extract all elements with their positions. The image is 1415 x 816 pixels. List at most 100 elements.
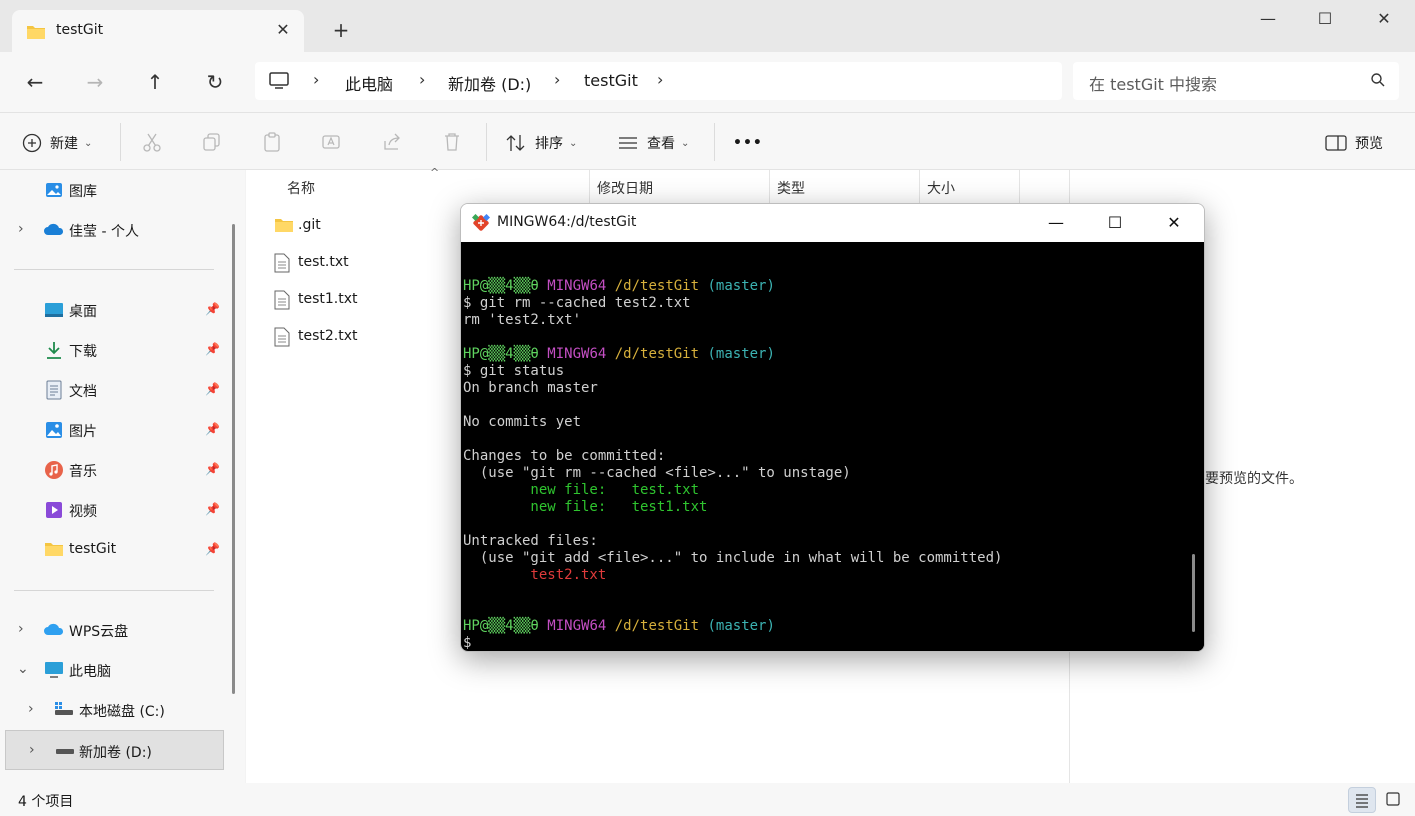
chevron-right-icon[interactable]: › <box>28 701 34 717</box>
refresh-button[interactable]: ↻ <box>200 68 230 96</box>
close-window-button[interactable]: ✕ <box>1364 6 1404 32</box>
sidebar-item-drive-d[interactable]: › 新加卷 (D:) <box>5 730 224 770</box>
tab-close-icon[interactable]: ✕ <box>272 19 294 41</box>
terminal-title: MINGW64:/d/testGit <box>497 214 637 230</box>
new-button[interactable]: 新建 ⌄ <box>22 131 92 155</box>
pin-icon[interactable]: 📌 <box>205 302 220 316</box>
sidebar-item-label: 此电脑 <box>69 664 111 680</box>
pin-icon[interactable]: 📌 <box>205 422 220 436</box>
pin-icon[interactable]: 📌 <box>205 542 220 556</box>
sidebar-item-videos[interactable]: 视频 📌 <box>0 490 230 530</box>
sidebar-item-music[interactable]: 音乐 📌 <box>0 450 230 490</box>
tiles-view-icon <box>1386 792 1400 806</box>
chevron-right-icon[interactable]: › <box>657 70 663 89</box>
output-line: (use "git add <file>..." to include in w… <box>463 550 1003 566</box>
column-divider[interactable] <box>1019 170 1020 204</box>
sort-label: 排序 <box>535 136 563 152</box>
terminal-close-button[interactable]: ✕ <box>1154 210 1194 236</box>
paste-icon[interactable] <box>261 131 285 155</box>
share-icon[interactable] <box>381 131 405 155</box>
command-line: $ git status <box>463 363 565 379</box>
git-icon <box>471 213 491 236</box>
terminal-title-bar[interactable]: MINGW64:/d/testGit — ☐ ✕ <box>461 204 1204 242</box>
sidebar-item-desktop[interactable]: 桌面 📌 <box>0 290 230 330</box>
prompt-path: /d/testGit <box>614 618 700 634</box>
breadcrumb-testgit[interactable]: testGit <box>584 71 638 90</box>
pin-icon[interactable]: 📌 <box>205 462 220 476</box>
address-bar[interactable]: › 此电脑 › 新加卷 (D:) › testGit › <box>255 62 1062 100</box>
sidebar-item-testgit[interactable]: testGit 📌 <box>0 530 230 570</box>
command-bar: 新建 ⌄ 排序 ⌄ 查看 ⌄ ••• 预览 <box>0 112 1415 170</box>
sort-button[interactable]: 排序 ⌄ <box>505 131 577 155</box>
chevron-right-icon[interactable]: › <box>554 70 560 89</box>
divider <box>120 123 121 161</box>
breadcrumb-this-pc[interactable]: 此电脑 <box>345 71 393 95</box>
output-line: Untracked files: <box>463 533 598 549</box>
sidebar-item-label: 视频 <box>69 504 97 520</box>
prompt-user: HP@▒▒4▒▒θ <box>463 618 539 634</box>
column-name[interactable]: 名称 <box>287 178 315 198</box>
new-tab-button[interactable]: + <box>328 18 354 42</box>
drive-icon <box>54 741 74 761</box>
cut-icon[interactable] <box>141 131 165 155</box>
view-button[interactable]: 查看 ⌄ <box>617 131 689 155</box>
up-button[interactable]: ↑ <box>140 68 170 96</box>
details-view-button[interactable] <box>1348 787 1376 813</box>
pin-icon[interactable]: 📌 <box>205 502 220 516</box>
sidebar-item-downloads[interactable]: 下载 📌 <box>0 330 230 370</box>
delete-icon[interactable] <box>441 131 465 155</box>
sidebar-item-drive-c[interactable]: › 本地磁盘 (C:) <box>0 690 230 730</box>
sidebar-item-label: 下载 <box>69 344 97 360</box>
terminal-maximize-button[interactable]: ☐ <box>1095 210 1135 236</box>
terminal-window[interactable]: MINGW64:/d/testGit — ☐ ✕ HP@▒▒4▒▒θ MINGW… <box>460 203 1205 652</box>
sidebar-item-gallery[interactable]: 图库 <box>0 170 230 210</box>
chevron-down-icon: ⌄ <box>84 137 93 149</box>
tiles-view-button[interactable] <box>1380 787 1408 813</box>
minimize-button[interactable]: — <box>1248 6 1288 32</box>
prompt-branch: (master) <box>707 278 775 294</box>
preview-pane-button[interactable]: 预览 <box>1325 131 1383 155</box>
search-placeholder: 在 testGit 中搜索 <box>1089 75 1218 94</box>
column-type[interactable]: 类型 <box>777 178 805 198</box>
computer-icon <box>269 72 289 94</box>
terminal-scrollbar-thumb[interactable] <box>1192 554 1195 632</box>
rename-icon[interactable] <box>321 131 345 155</box>
chevron-right-icon[interactable]: › <box>313 70 319 89</box>
breadcrumb-drive-d[interactable]: 新加卷 (D:) <box>448 71 531 95</box>
sidebar-item-onedrive[interactable]: › 佳莹 - 个人 <box>0 210 230 250</box>
sidebar-item-label: 本地磁盘 (C:) <box>79 704 165 720</box>
pin-icon[interactable]: 📌 <box>205 382 220 396</box>
tab-testgit[interactable]: testGit ✕ <box>12 10 304 52</box>
chevron-right-icon[interactable]: › <box>18 621 24 637</box>
back-button[interactable]: ← <box>20 68 50 96</box>
chevron-down-icon[interactable]: ⌄ <box>17 661 29 677</box>
more-options-button[interactable]: ••• <box>733 131 763 155</box>
column-divider[interactable] <box>589 170 590 204</box>
music-icon <box>44 460 64 480</box>
copy-icon[interactable] <box>201 131 225 155</box>
column-divider[interactable] <box>769 170 770 204</box>
terminal-screen[interactable]: HP@▒▒4▒▒θ MINGW64 /d/testGit (master) $ … <box>461 242 1204 651</box>
chevron-down-icon: ⌄ <box>681 137 690 149</box>
prompt-user: HP@▒▒4▒▒θ <box>463 278 539 294</box>
column-divider[interactable] <box>919 170 920 204</box>
plus-circle-icon <box>22 133 42 153</box>
sidebar-item-wps-cloud[interactable]: › WPS云盘 <box>0 610 230 650</box>
sidebar-scrollbar[interactable] <box>232 224 235 694</box>
sidebar-item-documents[interactable]: 文档 📌 <box>0 370 230 410</box>
column-size[interactable]: 大小 <box>927 178 955 198</box>
sidebar-item-pictures[interactable]: 图片 📌 <box>0 410 230 450</box>
forward-button[interactable]: → <box>80 68 110 96</box>
prompt-branch: (master) <box>707 346 775 362</box>
sidebar-item-this-pc[interactable]: ⌄ 此电脑 <box>0 650 230 690</box>
column-modified[interactable]: 修改日期 <box>597 178 653 198</box>
maximize-button[interactable]: ☐ <box>1305 6 1345 32</box>
pin-icon[interactable]: 📌 <box>205 342 220 356</box>
chevron-right-icon[interactable]: › <box>18 221 24 237</box>
chevron-right-icon[interactable]: › <box>419 70 425 89</box>
search-input[interactable]: 在 testGit 中搜索 <box>1073 62 1399 100</box>
terminal-minimize-button[interactable]: — <box>1036 210 1076 236</box>
chevron-right-icon[interactable]: › <box>29 742 35 758</box>
text-file-icon <box>274 327 290 351</box>
view-list-icon <box>619 137 637 149</box>
